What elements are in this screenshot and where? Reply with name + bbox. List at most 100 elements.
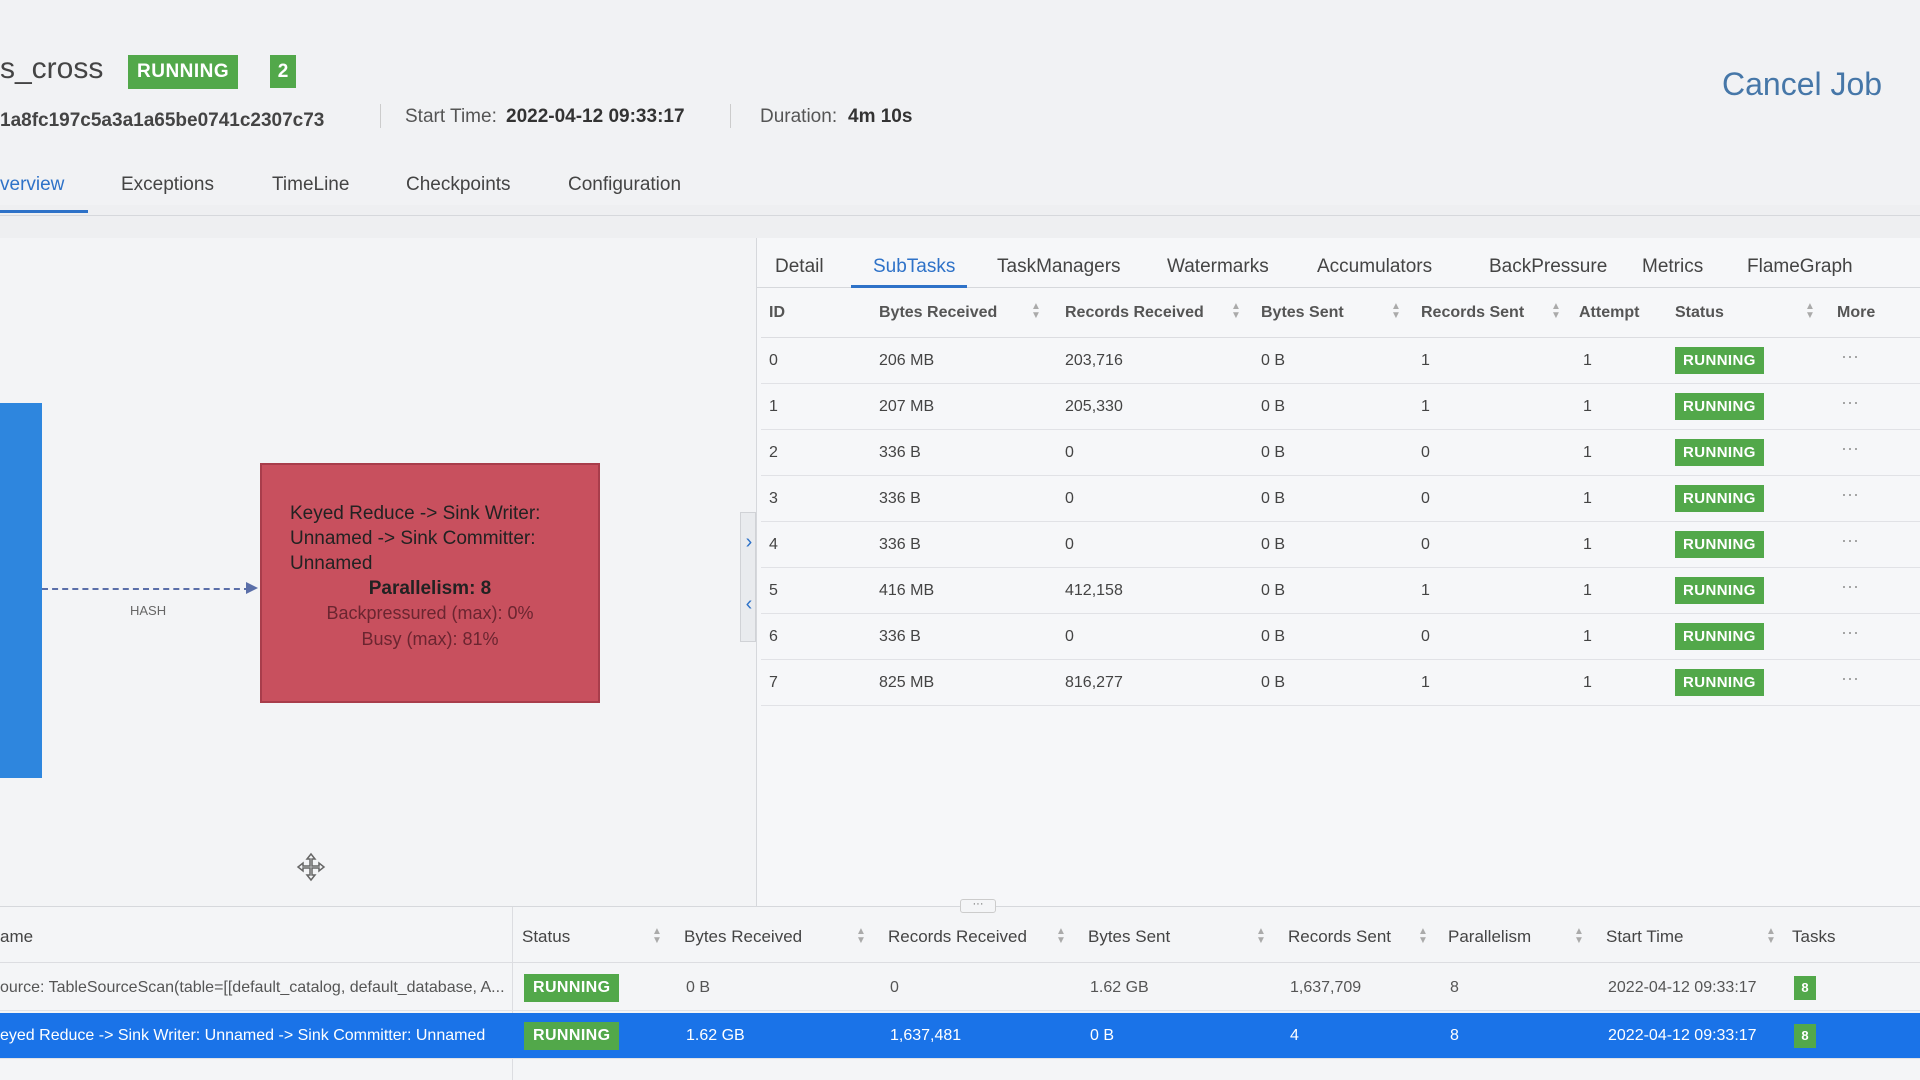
more-icon[interactable]: ··· [1841,438,1859,459]
more-icon[interactable]: ··· [1841,392,1859,413]
job-id: 1a8fc197c5a3a1a65be0741c2307c73 [0,110,325,131]
tab-subtasks[interactable]: SubTasks [873,256,955,278]
sort-icon[interactable]: ▲ ▼ [1551,302,1561,321]
table-row[interactable]: 1 207 MB 205,330 0 B 1 1 RUNNING ··· [761,384,1920,430]
cell-bytes-received: 336 B [879,536,921,553]
collapse-left-icon[interactable]: ‹ [741,593,757,616]
sort-icon[interactable]: ▲ ▼ [1231,302,1241,321]
edge-arrow-icon [246,582,258,594]
tab-timeline[interactable]: TimeLine [272,174,349,196]
tab-watermarks[interactable]: Watermarks [1167,256,1269,278]
cell-bytes-sent: 0 B [1261,490,1286,507]
table-row[interactable]: 4 336 B 0 0 B 0 1 RUNNING ··· [761,522,1920,568]
tab-detail[interactable]: Detail [775,256,824,278]
status-badge: RUNNING [1675,531,1764,558]
cell-records-received: 0 [890,979,899,996]
col-records-received[interactable]: Records Received [1065,304,1204,322]
col-attempt: Attempt [1579,304,1640,321]
main-tabs: verview Exceptions TimeLine Checkpoints … [0,168,1920,216]
table-row[interactable]: 3 336 B 0 0 B 0 1 RUNNING ··· [761,476,1920,522]
cell-id: 6 [769,628,778,645]
table-row[interactable]: 2 336 B 0 0 B 0 1 RUNNING ··· [761,430,1920,476]
sort-icon[interactable]: ▲ ▼ [1031,302,1041,321]
graph-edge [42,588,250,590]
table-row-selected[interactable]: eyed Reduce -> Sink Writer: Unnamed -> S… [0,1013,1920,1059]
cell-records-sent: 1 [1421,674,1430,691]
col-start-time[interactable]: Start Time [1606,927,1683,947]
cell-parallelism: 8 [1450,979,1459,996]
col-records-sent[interactable]: Records Sent [1288,927,1391,947]
cell-bytes-received: 0 B [686,979,711,996]
cell-attempt: 1 [1583,582,1592,599]
source-node[interactable] [0,403,42,778]
node-busy: Busy (max): 81% [361,629,499,649]
table-row[interactable]: 5 416 MB 412,158 0 B 1 1 RUNNING ··· [761,568,1920,614]
sort-icon[interactable]: ▲ ▼ [1418,927,1428,946]
node-title: Keyed Reduce -> Sink Writer: Unnamed -> … [290,503,541,574]
vertex-list-table: ··· ame Status ▲ ▼ Bytes Received ▲ ▼ Reco… [0,899,1920,1080]
more-icon[interactable]: ··· [1841,530,1859,551]
col-bytes-sent[interactable]: Bytes Sent [1261,304,1344,322]
status-badge: RUNNING [1675,347,1764,374]
job-graph-canvas[interactable]: HASH Keyed Reduce -> Sink Writer: Unname… [0,238,760,918]
cell-records-sent: 1 [1421,582,1430,599]
sort-icon[interactable]: ▲ ▼ [1391,302,1401,321]
more-icon[interactable]: ··· [1841,668,1859,689]
cell-records-sent: 0 [1421,536,1430,553]
table-header: ID Bytes Received ▲ ▼ Records Received ▲ ▼… [761,290,1920,338]
col-status[interactable]: Status [522,927,570,947]
col-bytes-sent[interactable]: Bytes Sent [1088,927,1170,947]
col-bytes-received[interactable]: Bytes Received [684,927,802,947]
col-records-received[interactable]: Records Received [888,927,1027,947]
more-icon[interactable]: ··· [1841,622,1859,643]
cell-attempt: 1 [1583,352,1592,369]
table-row[interactable]: 7 825 MB 816,277 0 B 1 1 RUNNING ··· [761,660,1920,706]
col-bytes-received[interactable]: Bytes Received [879,304,997,322]
table-row[interactable]: 6 336 B 0 0 B 0 1 RUNNING ··· [761,614,1920,660]
cell-records-sent: 1 [1421,398,1430,415]
job-name: s_cross [0,52,104,85]
cell-attempt: 1 [1583,398,1592,415]
cancel-job-button[interactable]: Cancel Job [1722,66,1882,103]
table-row[interactable]: ource: TableSourceScan(table=[[default_c… [0,965,1920,1011]
tab-configuration[interactable]: Configuration [568,174,681,196]
more-icon[interactable]: ··· [1841,484,1859,505]
sort-icon[interactable]: ▲ ▼ [1766,927,1776,946]
active-subtab-indicator [851,285,967,288]
more-icon[interactable]: ··· [1841,576,1859,597]
table-row[interactable]: 0 206 MB 203,716 0 B 1 1 RUNNING ··· [761,338,1920,384]
col-status[interactable]: Status [1675,304,1724,322]
tab-backpressure[interactable]: BackPressure [1489,256,1607,278]
tab-taskmanagers[interactable]: TaskManagers [997,256,1121,278]
sort-icon[interactable]: ▲ ▼ [652,927,662,946]
sort-icon[interactable]: ▲ ▼ [1574,927,1584,946]
tab-checkpoints[interactable]: Checkpoints [406,174,511,196]
cell-id: 0 [769,352,778,369]
cell-records-received: 0 [1065,628,1074,645]
col-records-sent[interactable]: Records Sent [1421,304,1524,322]
edge-partition-label: HASH [130,603,167,618]
cell-name: eyed Reduce -> Sink Writer: Unnamed -> S… [0,1027,486,1044]
cell-bytes-sent: 0 B [1261,674,1286,691]
sort-icon[interactable]: ▲ ▼ [856,927,866,946]
tab-overview[interactable]: verview [0,174,64,196]
tab-flamegraph[interactable]: FlameGraph [1747,256,1853,278]
col-more: More [1837,304,1876,321]
sort-icon[interactable]: ▲ ▼ [1805,302,1815,321]
col-parallelism[interactable]: Parallelism [1448,927,1531,947]
tab-exceptions[interactable]: Exceptions [121,174,214,196]
status-badge: RUNNING [1675,485,1764,512]
cell-parallelism: 8 [1450,1027,1459,1044]
cell-bytes-sent: 1.62 GB [1090,979,1149,996]
keyed-reduce-node[interactable]: Keyed Reduce -> Sink Writer: Unnamed -> … [260,463,600,703]
expand-right-icon[interactable]: › [741,531,757,554]
sort-icon[interactable]: ▲ ▼ [1056,927,1066,946]
tab-accumulators[interactable]: Accumulators [1317,256,1432,278]
status-badge: RUNNING [524,974,620,1002]
cell-records-received: 0 [1065,444,1074,461]
cell-bytes-sent: 0 B [1261,582,1286,599]
sort-icon[interactable]: ▲ ▼ [1256,927,1266,946]
tab-metrics[interactable]: Metrics [1642,256,1703,278]
more-icon[interactable]: ··· [1841,346,1859,367]
cell-id: 7 [769,674,778,691]
